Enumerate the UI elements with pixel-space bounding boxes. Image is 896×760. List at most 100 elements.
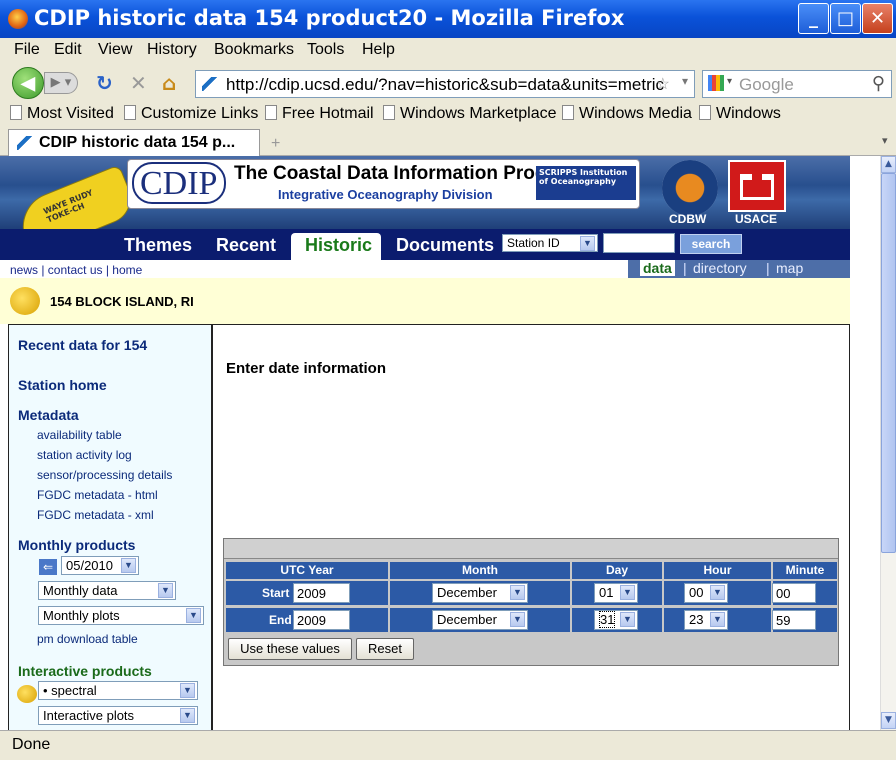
menu-help[interactable]: Help bbox=[362, 41, 395, 59]
station-search-input[interactable] bbox=[603, 233, 675, 253]
close-button[interactable]: ✕ bbox=[862, 3, 893, 34]
vertical-scrollbar[interactable]: ▲ ▼ bbox=[880, 156, 896, 730]
search-box[interactable]: ▾ Google ⚲ bbox=[702, 70, 892, 98]
start-day-select[interactable]: 01 ▼ bbox=[594, 583, 638, 603]
chevron-down-icon: ▼ bbox=[186, 608, 201, 623]
page-icon bbox=[124, 105, 136, 120]
availability-table-link[interactable]: availability table bbox=[37, 428, 122, 442]
url-dropdown-icon[interactable]: ▾ bbox=[682, 74, 688, 88]
month-select[interactable]: 05/2010 ▼ bbox=[61, 556, 139, 575]
window-title: CDIP historic data 154 product20 - Mozil… bbox=[34, 6, 625, 30]
chevron-down-icon: ▼ bbox=[620, 585, 635, 600]
main-panel: Enter date information UTC Year Month Da… bbox=[212, 324, 850, 730]
bookmark-free-hotmail[interactable]: Free Hotmail bbox=[265, 105, 374, 123]
search-button[interactable]: search bbox=[680, 234, 742, 254]
start-minute-input[interactable]: 00 bbox=[772, 583, 816, 603]
metadata-heading: Metadata bbox=[18, 407, 79, 423]
menu-bookmarks[interactable]: Bookmarks bbox=[214, 41, 294, 59]
search-engine-dropdown-icon[interactable]: ▾ bbox=[727, 76, 732, 87]
forward-button[interactable]: ▶ ▾ bbox=[44, 72, 78, 94]
usace-castle-logo bbox=[728, 160, 786, 212]
end-day-select[interactable]: 31 ▼ bbox=[594, 610, 638, 630]
minimize-button[interactable]: _ bbox=[798, 3, 829, 34]
star-icon[interactable]: ☆ bbox=[656, 74, 670, 94]
stop-icon[interactable]: ✕ bbox=[130, 71, 147, 95]
home-icon[interactable]: ⌂ bbox=[162, 71, 176, 95]
monthly-products-heading: Monthly products bbox=[18, 537, 136, 553]
pm-download-link[interactable]: pm download table bbox=[37, 632, 138, 646]
menu-bar: File Edit View History Bookmarks Tools H… bbox=[0, 38, 896, 63]
url-bar[interactable]: http://cdip.ucsd.edu/?nav=historic&sub=d… bbox=[195, 70, 695, 98]
fgdc-xml-link[interactable]: FGDC metadata - xml bbox=[37, 508, 154, 522]
google-icon bbox=[708, 75, 724, 91]
station-home-link[interactable]: Station home bbox=[18, 377, 107, 393]
chevron-down-icon: ▼ bbox=[180, 708, 195, 723]
new-tab-icon[interactable]: + bbox=[271, 135, 280, 153]
magnifier-icon[interactable]: ⚲ bbox=[872, 73, 885, 94]
reload-icon[interactable]: ↻ bbox=[96, 71, 113, 95]
site-favicon-icon bbox=[202, 77, 218, 91]
header-month: Month bbox=[390, 562, 570, 579]
monthly-plots-select[interactable]: Monthly plots ▼ bbox=[38, 606, 204, 625]
reset-button[interactable]: Reset bbox=[356, 638, 414, 660]
interactive-plots-select[interactable]: Interactive plots ▼ bbox=[38, 706, 198, 725]
list-tabs-icon[interactable]: ▾ bbox=[882, 134, 888, 147]
fgdc-html-link[interactable]: FGDC metadata - html bbox=[37, 488, 158, 502]
end-year-input[interactable]: 2009 bbox=[293, 610, 350, 630]
start-month-select[interactable]: December ▼ bbox=[432, 583, 528, 603]
bookmark-customize-links[interactable]: Customize Links bbox=[124, 105, 258, 123]
search-placeholder: Google bbox=[739, 75, 794, 94]
tab-recent[interactable]: Recent bbox=[216, 235, 276, 256]
tab-cdip[interactable]: CDIP historic data 154 p... + bbox=[8, 129, 280, 156]
station-activity-log-link[interactable]: station activity log bbox=[37, 448, 132, 462]
menu-file[interactable]: File bbox=[14, 41, 40, 59]
tab-themes[interactable]: Themes bbox=[124, 235, 192, 256]
chevron-down-icon: ▼ bbox=[580, 236, 595, 251]
end-month-select[interactable]: December ▼ bbox=[432, 610, 528, 630]
bookmark-windows-marketplace[interactable]: Windows Marketplace bbox=[383, 105, 557, 123]
cdip-logo-box[interactable]: CDIP The Coastal Data Information Progra… bbox=[127, 159, 640, 209]
chevron-down-icon: ▼ bbox=[620, 612, 635, 627]
menu-view[interactable]: View bbox=[98, 41, 132, 59]
cdbw-label: CDBW bbox=[669, 212, 707, 226]
bookmark-most-visited[interactable]: Most Visited bbox=[10, 105, 114, 123]
status-text: Done bbox=[12, 736, 51, 753]
use-these-values-button[interactable]: Use these values bbox=[228, 638, 352, 660]
subtab-data[interactable]: data bbox=[640, 260, 675, 276]
top-links[interactable]: news | contact us | home bbox=[10, 263, 142, 277]
scroll-down-icon[interactable]: ▼ bbox=[881, 712, 896, 729]
start-year-input[interactable]: 2009 bbox=[293, 583, 350, 603]
scroll-up-icon[interactable]: ▲ bbox=[881, 156, 896, 173]
tab-historic[interactable]: Historic bbox=[305, 235, 372, 256]
subtab-map[interactable]: map bbox=[776, 260, 803, 276]
scroll-thumb[interactable] bbox=[881, 173, 896, 553]
back-button[interactable]: ◀ bbox=[12, 67, 44, 99]
header-day: Day bbox=[572, 562, 662, 579]
menu-edit[interactable]: Edit bbox=[54, 41, 82, 59]
buoy-small-icon bbox=[17, 685, 37, 703]
station-id-select[interactable]: Station ID ▼ bbox=[502, 234, 598, 252]
bookmark-windows[interactable]: Windows bbox=[699, 105, 781, 123]
site-nav-tabs: Themes Recent Historic Documents Station… bbox=[0, 229, 850, 265]
sensor-processing-link[interactable]: sensor/processing details bbox=[37, 468, 172, 482]
interactive-products-heading: Interactive products bbox=[18, 663, 152, 679]
monthly-data-select[interactable]: Monthly data ▼ bbox=[38, 581, 176, 600]
tab-documents[interactable]: Documents bbox=[396, 235, 494, 256]
start-hour-select[interactable]: 00 ▼ bbox=[684, 583, 728, 603]
station-header: 154 BLOCK ISLAND, RI bbox=[0, 278, 850, 324]
end-hour-select[interactable]: 23 ▼ bbox=[684, 610, 728, 630]
chevron-down-icon: ▼ bbox=[710, 612, 725, 627]
subtab-directory[interactable]: directory bbox=[693, 260, 747, 276]
spectral-select[interactable]: • spectral ▼ bbox=[38, 681, 198, 700]
menu-tools[interactable]: Tools bbox=[307, 41, 344, 59]
maximize-button[interactable]: □ bbox=[830, 3, 861, 34]
menu-history[interactable]: History bbox=[147, 41, 197, 59]
bookmark-windows-media[interactable]: Windows Media bbox=[562, 105, 692, 123]
end-minute-input[interactable]: 59 bbox=[772, 610, 816, 630]
station-name: 154 BLOCK ISLAND, RI bbox=[50, 294, 194, 309]
recent-data-link[interactable]: Recent data for 154 bbox=[18, 337, 147, 353]
header-utc-year: UTC Year bbox=[226, 562, 388, 579]
page-icon bbox=[265, 105, 277, 120]
date-form-table: UTC Year Month Day Hour Minute Start End… bbox=[223, 538, 839, 666]
arrow-left-icon[interactable]: ⇐ bbox=[39, 559, 57, 575]
